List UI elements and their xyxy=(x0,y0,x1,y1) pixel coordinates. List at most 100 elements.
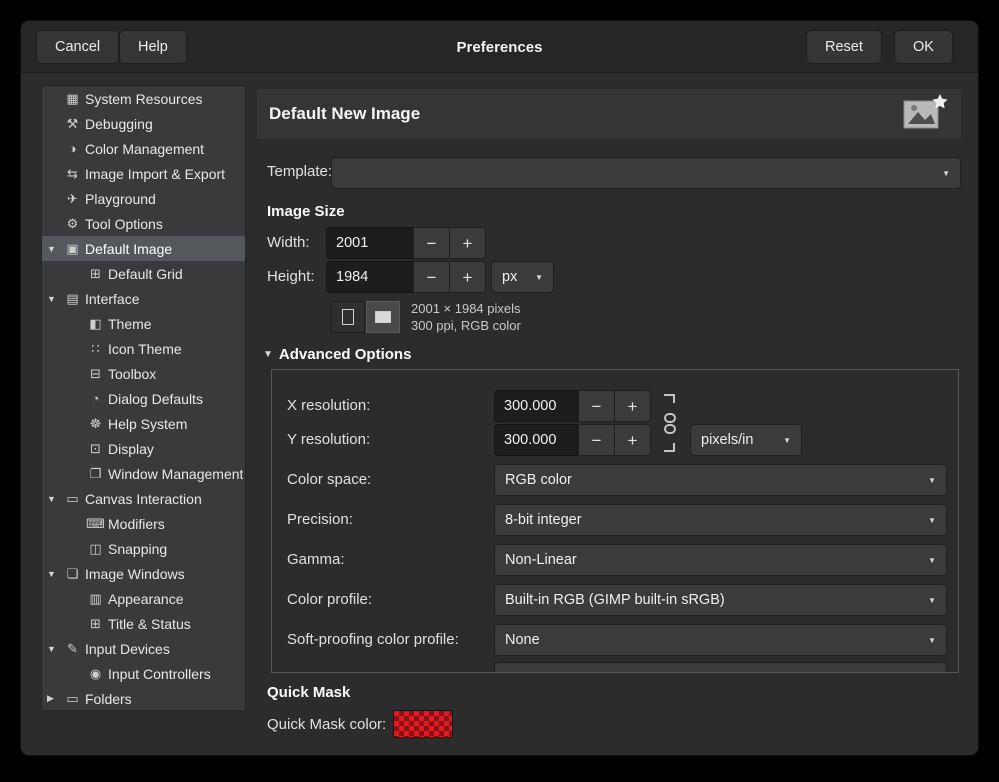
height-input[interactable] xyxy=(326,261,414,293)
width-input[interactable] xyxy=(326,227,414,259)
width-decrement-button[interactable]: − xyxy=(413,227,450,259)
sidebar-item-folders[interactable]: ▶ ▭ Folders xyxy=(42,686,245,711)
y-resolution-input[interactable] xyxy=(494,424,579,456)
expander-icon[interactable]: ▼ xyxy=(47,294,63,304)
category-icon: ▣ xyxy=(63,241,82,257)
sidebar-item-toolbox[interactable]: ⊟ Toolbox xyxy=(42,361,245,386)
expander-icon[interactable]: ▼ xyxy=(47,569,63,579)
expander-icon[interactable]: ▼ xyxy=(47,494,63,504)
y-resolution-increment-button[interactable]: + xyxy=(614,424,651,456)
sidebar-item-modifiers[interactable]: ⌨ Modifiers xyxy=(42,511,245,536)
preferences-category-tree: ▦ System Resources ⚒ Debugging ◑ Color M… xyxy=(41,85,246,711)
color-space-label: Color space: xyxy=(287,464,371,496)
sidebar-item-input-controllers[interactable]: ◉ Input Controllers xyxy=(42,661,245,686)
quick-mask-color-swatch[interactable] xyxy=(393,710,453,738)
sidebar-item-appearance[interactable]: ▥ Appearance xyxy=(42,586,245,611)
chevron-down-icon: ▼ xyxy=(928,516,936,525)
sidebar-item-icon-theme[interactable]: ∷ Icon Theme xyxy=(42,336,245,361)
unlinked-chain-icon[interactable] xyxy=(658,388,684,458)
category-icon: ▤ xyxy=(63,291,82,307)
sidebar-item-label: Display xyxy=(108,441,154,457)
help-button[interactable]: Help xyxy=(119,30,187,64)
category-icon: ◉ xyxy=(86,666,105,682)
gamma-dropdown[interactable]: Non-Linear ▼ xyxy=(494,544,947,576)
image-size-summary: 2001 × 1984 pixels 300 ppi, RGB color xyxy=(411,300,521,334)
category-icon: ⊞ xyxy=(86,616,105,632)
reset-button[interactable]: Reset xyxy=(806,30,882,64)
size-unit-dropdown[interactable]: px ▼ xyxy=(491,261,554,293)
sidebar-item-color-management[interactable]: ◑ Color Management xyxy=(42,136,245,161)
expander-down-icon: ▼ xyxy=(263,349,273,360)
sidebar-item-help-system[interactable]: ☸ Help System xyxy=(42,411,245,436)
sidebar-item-canvas-interaction[interactable]: ▼ ▭ Canvas Interaction xyxy=(42,486,245,511)
sidebar-item-system-resources[interactable]: ▦ System Resources xyxy=(42,86,245,111)
color-space-value: RGB color xyxy=(505,472,572,488)
sidebar-item-default-image[interactable]: ▼ ▣ Default Image xyxy=(42,236,245,261)
chevron-down-icon: ▼ xyxy=(942,169,950,178)
sidebar-item-label: Color Management xyxy=(85,141,204,157)
gamma-value: Non-Linear xyxy=(505,552,577,568)
height-increment-button[interactable]: + xyxy=(449,261,486,293)
x-resolution-input[interactable] xyxy=(494,390,579,422)
cancel-button[interactable]: Cancel xyxy=(36,30,119,64)
titlebar: Preferences Cancel Help Reset OK xyxy=(21,21,978,73)
sidebar-item-theme[interactable]: ◧ Theme xyxy=(42,311,245,336)
color-profile-dropdown[interactable]: Built-in RGB (GIMP built-in sRGB) ▼ xyxy=(494,584,947,616)
image-size-heading: Image Size xyxy=(267,203,345,220)
category-icon: ∷ xyxy=(86,341,105,357)
sidebar-item-interface[interactable]: ▼ ▤ Interface xyxy=(42,286,245,311)
expander-icon[interactable]: ▼ xyxy=(47,244,63,254)
category-icon: ▦ xyxy=(63,91,82,107)
x-resolution-decrement-button[interactable]: − xyxy=(578,390,615,422)
sidebar-item-window-management[interactable]: ❐ Window Management xyxy=(42,461,245,486)
x-resolution-increment-button[interactable]: + xyxy=(614,390,651,422)
template-dropdown[interactable]: ▼ xyxy=(331,157,961,189)
category-icon: ⚒ xyxy=(63,116,82,132)
sidebar-item-label: Snapping xyxy=(108,541,167,557)
chevron-down-icon: ▼ xyxy=(535,273,543,282)
expander-icon[interactable]: ▼ xyxy=(47,644,63,654)
category-icon: ⇆ xyxy=(63,166,82,182)
category-icon: ⌨ xyxy=(86,516,105,532)
sidebar-item-dialog-defaults[interactable]: ◔ Dialog Defaults xyxy=(42,386,245,411)
sidebar-item-label: Modifiers xyxy=(108,516,165,532)
sidebar-item-tool-options[interactable]: ⚙ Tool Options xyxy=(42,211,245,236)
sidebar-item-title-status[interactable]: ⊞ Title & Status xyxy=(42,611,245,636)
portrait-orientation-button[interactable] xyxy=(331,301,365,333)
height-decrement-button[interactable]: − xyxy=(413,261,450,293)
category-icon: ◔ xyxy=(86,391,105,406)
sidebar-item-input-devices[interactable]: ▼ ✎ Input Devices xyxy=(42,636,245,661)
sidebar-item-label: Dialog Defaults xyxy=(108,391,203,407)
ok-button[interactable]: OK xyxy=(894,30,953,64)
advanced-options-panel: X resolution: − + Y resolution: − + pixe… xyxy=(271,369,959,673)
new-image-with-star-icon xyxy=(901,92,949,136)
precision-dropdown[interactable]: 8-bit integer ▼ xyxy=(494,504,947,536)
sidebar-item-display[interactable]: ⊡ Display xyxy=(42,436,245,461)
soft-proofing-dropdown[interactable]: None ▼ xyxy=(494,624,947,656)
sidebar-item-playground[interactable]: ✈ Playground xyxy=(42,186,245,211)
quick-mask-heading: Quick Mask xyxy=(267,684,350,701)
sidebar-item-image-windows[interactable]: ▼ ❏ Image Windows xyxy=(42,561,245,586)
screen-background: Preferences Cancel Help Reset OK ▦ Syste… xyxy=(0,0,999,782)
precision-value: 8-bit integer xyxy=(505,512,582,528)
sidebar-item-debugging[interactable]: ⚒ Debugging xyxy=(42,111,245,136)
advanced-options-expander[interactable]: ▼ Advanced Options xyxy=(263,346,411,363)
category-icon: ⊟ xyxy=(86,366,105,382)
category-icon: ✎ xyxy=(63,641,82,657)
sidebar-item-default-grid[interactable]: ⊞ Default Grid xyxy=(42,261,245,286)
landscape-page-icon xyxy=(375,311,391,323)
color-space-dropdown[interactable]: RGB color ▼ xyxy=(494,464,947,496)
width-increment-button[interactable]: + xyxy=(449,227,486,259)
sidebar-item-label: Interface xyxy=(85,291,139,307)
preferences-window: Preferences Cancel Help Reset OK ▦ Syste… xyxy=(20,20,979,756)
sidebar-item-snapping[interactable]: ◫ Snapping xyxy=(42,536,245,561)
y-resolution-decrement-button[interactable]: − xyxy=(578,424,615,456)
advanced-options-heading: Advanced Options xyxy=(279,346,412,363)
resolution-unit-dropdown[interactable]: pixels/in ▼ xyxy=(690,424,802,456)
landscape-orientation-button[interactable] xyxy=(366,301,400,333)
category-icon: ❐ xyxy=(86,466,105,482)
expander-icon[interactable]: ▶ xyxy=(47,693,63,704)
sidebar-item-image-import-export[interactable]: ⇆ Image Import & Export xyxy=(42,161,245,186)
portrait-page-icon xyxy=(342,309,354,325)
quick-mask-color-label: Quick Mask color: xyxy=(267,709,386,741)
